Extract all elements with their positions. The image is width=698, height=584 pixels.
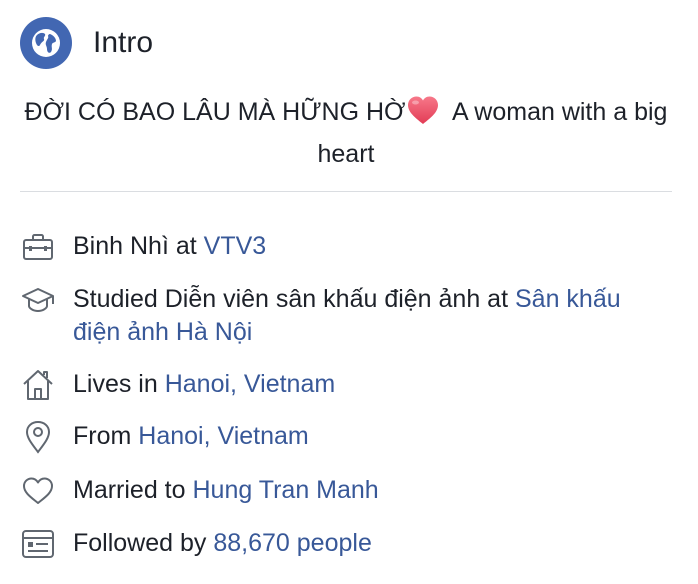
followers-link[interactable]: 88,670 people bbox=[213, 529, 371, 557]
from-link[interactable]: Hanoi, Vietnam bbox=[138, 422, 308, 450]
intro-header: Intro bbox=[20, 16, 153, 70]
globe-icon bbox=[20, 17, 72, 69]
education-prefix: Studied Diễn viên sân khấu điện ảnh at bbox=[73, 285, 515, 313]
work-prefix: Binh Nhì at bbox=[73, 232, 204, 260]
briefcase-icon bbox=[20, 229, 56, 265]
work-link[interactable]: VTV3 bbox=[204, 232, 267, 260]
divider bbox=[20, 191, 672, 192]
work-row: Binh Nhì at VTV3 bbox=[20, 230, 680, 265]
relationship-link[interactable]: Hung Tran Manh bbox=[192, 476, 378, 504]
relationship-prefix: Married to bbox=[73, 476, 193, 504]
intro-title: Intro bbox=[93, 26, 154, 59]
heart-icon bbox=[20, 473, 56, 509]
lives-link[interactable]: Hanoi, Vietnam bbox=[165, 370, 335, 398]
followers-row: Followed by 88,670 people bbox=[20, 527, 680, 562]
education-row: Studied Diễn viên sân khấu điện ảnh at S… bbox=[20, 283, 680, 349]
from-row: From Hanoi, Vietnam bbox=[20, 420, 680, 455]
graduation-cap-icon bbox=[20, 282, 56, 318]
followers-prefix: Followed by bbox=[73, 529, 214, 557]
rss-feed-icon bbox=[20, 526, 56, 562]
bio-text: ĐỜI CÓ BAO LÂU MÀ HỮNG HỜ A woman with a… bbox=[20, 94, 672, 173]
relationship-row: Married to Hung Tran Manh bbox=[20, 474, 680, 509]
lives-row: Lives in Hanoi, Vietnam bbox=[20, 368, 680, 403]
lives-prefix: Lives in bbox=[73, 370, 165, 398]
location-pin-icon bbox=[20, 419, 56, 455]
home-icon bbox=[20, 367, 56, 403]
bio-main-text: ĐỜI CÓ BAO LÂU MÀ HỮNG HỜ bbox=[24, 98, 406, 126]
heart-emoji-icon bbox=[406, 95, 440, 136]
from-prefix: From bbox=[73, 422, 139, 450]
